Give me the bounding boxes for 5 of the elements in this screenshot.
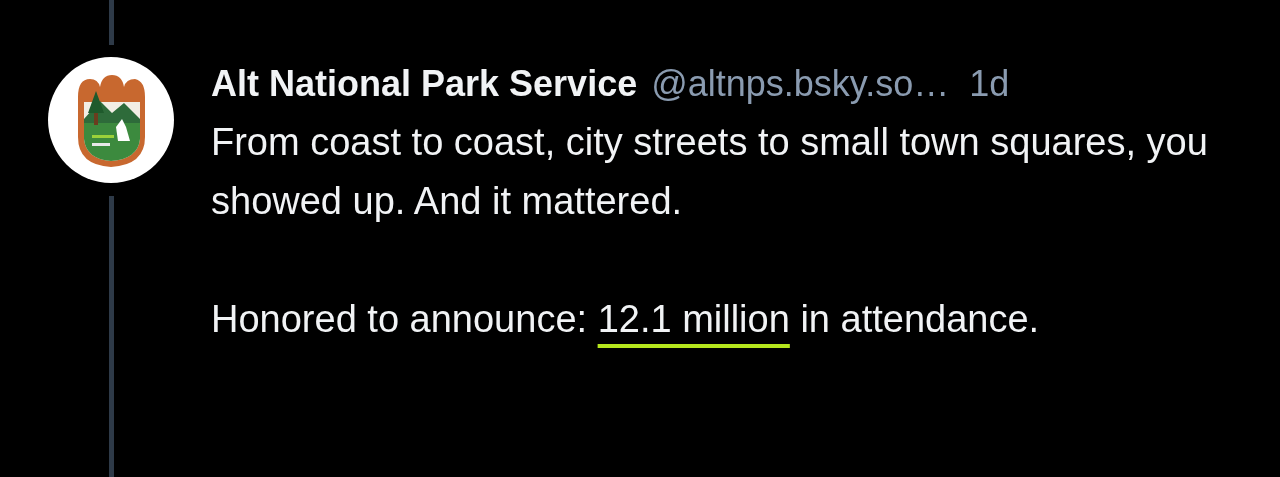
- post-paragraph: From coast to coast, city streets to small town squares, you showed up. And it mattered.: [211, 120, 1209, 224]
- author-name[interactable]: Alt National Park Service: [211, 62, 638, 106]
- post-paragraph: Honored to announce: 12.1 million in attendance.: [211, 297, 1041, 342]
- post-time[interactable]: 1d: [969, 62, 1010, 106]
- author-handle[interactable]: @altnps.bsky.so…: [651, 62, 950, 106]
